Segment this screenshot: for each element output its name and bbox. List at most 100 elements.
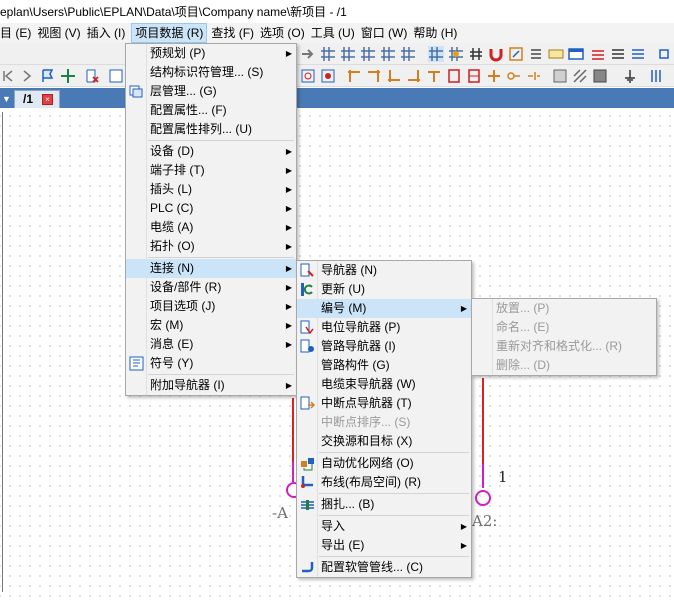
grid-c-icon[interactable] (360, 46, 376, 62)
menu-item-pipe-navigator[interactable]: 管路导航器 (I) (297, 337, 471, 356)
insert-tool-icon[interactable] (656, 46, 672, 62)
menu-item-interruption-sort[interactable]: 中断点排序... (S) (297, 413, 471, 432)
hatch-c-icon[interactable] (592, 68, 608, 84)
menu-item-place[interactable]: 放置... (P) (472, 299, 656, 318)
menu-item-configure-hose[interactable]: 配置软管管线... (C) (297, 558, 471, 577)
menu-item-cables[interactable]: 电缆 (A) ▶ (126, 218, 296, 237)
menu-item-routing[interactable]: 布线(布局空间) (R) (297, 473, 471, 492)
lines-b-icon[interactable] (610, 46, 626, 62)
grid-a-icon[interactable] (320, 46, 336, 62)
corner-d-icon[interactable] (406, 68, 422, 84)
menu-item-delete[interactable]: 删除... (D) (472, 356, 656, 375)
lines-c-icon[interactable] (630, 46, 646, 62)
menu-tools[interactable]: 工具 (U) (311, 23, 361, 43)
menu-view[interactable]: 视图 (V) (37, 23, 86, 43)
menu-item-macros[interactable]: 宏 (M) ▶ (126, 316, 296, 335)
menu-item-export[interactable]: 导出 (E) ▶ (297, 536, 471, 555)
jump-a-icon[interactable] (506, 68, 522, 84)
tee-c-icon[interactable] (466, 68, 482, 84)
menu-item-interruption-navigator[interactable]: 中断点导航器 (T) (297, 394, 471, 413)
menu-item-cable-harness-navigator[interactable]: 电缆束导航器 (W) (297, 375, 471, 394)
menu-item-pipe-components[interactable]: 管路构件 (G) (297, 356, 471, 375)
menu-item-devices[interactable]: 设备 (D) ▶ (126, 142, 296, 161)
menu-item-preplanning[interactable]: 预规划 (P) ▶ (126, 44, 296, 63)
terminal-tool-icon[interactable] (528, 46, 544, 62)
next-page-icon[interactable] (20, 68, 36, 84)
menu-item-config-props[interactable]: 配置属性... (F) (126, 101, 296, 120)
magnet-icon[interactable] (488, 46, 504, 62)
menu-item-numbering[interactable]: 编号 (M) ▶ (297, 299, 471, 318)
menu-project-data[interactable]: 项目数据 (R) (131, 23, 208, 43)
grid-d-icon[interactable] (380, 46, 396, 62)
grid-star-icon[interactable] (448, 46, 464, 62)
page-delete-icon[interactable] (84, 68, 100, 84)
menu-item-potential-navigator[interactable]: 电位导航器 (P) (297, 318, 471, 337)
grid-b-icon[interactable] (340, 46, 356, 62)
pin-circle-right[interactable] (473, 488, 493, 508)
menu-help[interactable]: 帮助 (H) (413, 23, 463, 43)
menu-item-connections[interactable]: 连接 (N) ▶ (126, 259, 296, 278)
menu-edit[interactable]: 目 (E) (0, 23, 37, 43)
corner-a-icon[interactable] (346, 68, 362, 84)
jump-b-icon[interactable] (526, 68, 542, 84)
menu-item-navigator[interactable]: 导航器 (N) (297, 261, 471, 280)
menu-item-name[interactable]: 命名... (E) (472, 318, 656, 337)
arrow-right-icon[interactable] (300, 46, 316, 62)
tee-b-icon[interactable] (446, 68, 462, 84)
menu-item-symbols[interactable]: 符号 (Y) (126, 354, 296, 373)
plc-tool-icon[interactable] (548, 46, 564, 62)
menu-item-plugs[interactable]: 插头 (L) ▶ (126, 180, 296, 199)
wire-right[interactable] (482, 378, 484, 464)
tab-page-1[interactable]: /1 (14, 90, 60, 108)
menu-item-import[interactable]: 导入 ▶ (297, 517, 471, 536)
wire-left[interactable] (292, 398, 294, 462)
hatch-a-icon[interactable] (552, 68, 568, 84)
grid-snap-icon[interactable] (428, 46, 444, 62)
ground-icon[interactable] (622, 68, 638, 84)
menu-item-project-options[interactable]: 项目选项 (J) ▶ (126, 297, 296, 316)
connect-b-icon[interactable] (320, 68, 336, 84)
corner-c-icon[interactable] (386, 68, 402, 84)
pin-stem-right (482, 464, 484, 488)
tab-scroll-icon[interactable]: ▼ (2, 94, 11, 104)
menu-item-structure-ids[interactable]: 结构标识符管理... (S) (126, 63, 296, 82)
window-tool-icon[interactable] (568, 46, 584, 62)
project-data-menu: 预规划 (P) ▶ 结构标识符管理... (S) 层管理... (G) 配置属性.… (125, 43, 297, 396)
menu-item-realign-format[interactable]: 重新对齐和格式化... (R) (472, 337, 656, 356)
menu-item-config-props-arrange[interactable]: 配置属性排列... (U) (126, 120, 296, 139)
tee-a-icon[interactable] (426, 68, 442, 84)
menu-item-messages[interactable]: 消息 (E) ▶ (126, 335, 296, 354)
prev-page-icon[interactable] (2, 68, 18, 84)
bus-icon[interactable] (648, 68, 664, 84)
menu-item-bundle[interactable]: 捆扎... (B) (297, 495, 471, 514)
tab-close-icon[interactable]: × (42, 94, 53, 105)
menu-item-additional-navigators[interactable]: 附加导航器 (I) ▶ (126, 376, 296, 395)
menu-item-auto-optimize[interactable]: 自动优化网络 (O) (297, 454, 471, 473)
menu-insert[interactable]: 插入 (I) (87, 23, 132, 43)
corner-b-icon[interactable] (366, 68, 382, 84)
symbol-tool-icon[interactable] (508, 46, 524, 62)
cross-icon[interactable] (486, 68, 502, 84)
hatch-b-icon[interactable] (572, 68, 588, 84)
menu-item-swap-source-target[interactable]: 交换源和目标 (X) (297, 432, 471, 451)
menu-item-topology[interactable]: 拓扑 (O) ▶ (126, 237, 296, 256)
menu-item-layer-management[interactable]: 层管理... (G) (126, 82, 296, 101)
menu-item-terminal-strips[interactable]: 端子排 (T) ▶ (126, 161, 296, 180)
navigator-icon (300, 263, 315, 278)
menu-window[interactable]: 窗口 (W) (361, 23, 414, 43)
grid-e-icon[interactable] (400, 46, 416, 62)
pin-number-label: 1 (498, 468, 508, 486)
menu-find[interactable]: 查找 (F) (211, 23, 260, 43)
menu-item-devices-parts[interactable]: 设备/部件 (R) ▶ (126, 278, 296, 297)
connections-menu: 导航器 (N) 更新 (U) 编号 (M) ▶ 电位导航器 (P) 管路导航器 (… (296, 260, 472, 578)
lines-a-icon[interactable] (590, 46, 606, 62)
page-move-icon[interactable] (60, 68, 76, 84)
menu-item-update[interactable]: 更新 (U) (297, 280, 471, 299)
hash-icon[interactable] (468, 46, 484, 62)
page-flag-icon[interactable] (40, 68, 56, 84)
page-props-icon[interactable] (108, 68, 124, 84)
menu-options[interactable]: 选项 (O) (260, 23, 311, 43)
connect-a-icon[interactable] (300, 68, 316, 84)
menu-item-plc[interactable]: PLC (C) ▶ (126, 199, 296, 218)
symbol-icon (129, 356, 144, 371)
